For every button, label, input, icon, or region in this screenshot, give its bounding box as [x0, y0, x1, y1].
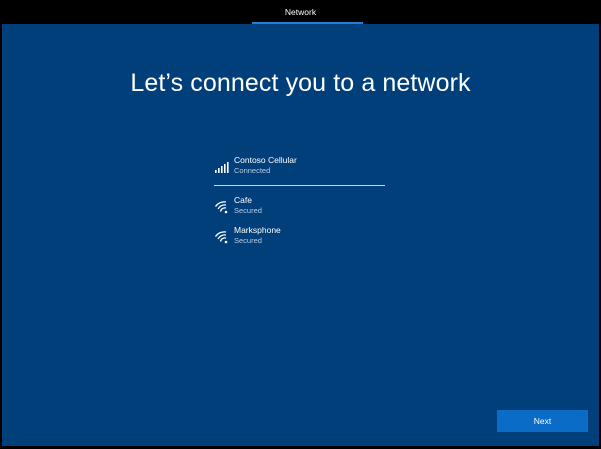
network-status: Secured — [234, 236, 262, 245]
network-divider — [214, 185, 385, 186]
network-item-cafe[interactable]: Cafe Secured — [214, 195, 384, 221]
cellular-signal-icon — [214, 159, 230, 175]
network-item-contoso-cellular[interactable]: Contoso Cellular Connected — [214, 155, 384, 181]
network-status: Connected — [234, 166, 271, 175]
next-button[interactable]: Next — [497, 410, 588, 432]
network-status: Secured — [234, 206, 262, 215]
wifi-icon — [214, 229, 230, 245]
wifi-icon — [214, 199, 230, 215]
oobe-window: Network Let’s connect you to a network C… — [0, 0, 601, 449]
page-title: Let’s connect you to a network — [130, 69, 471, 97]
content-area: Let’s connect you to a network Contoso C… — [2, 24, 599, 446]
title-bar: Network — [0, 0, 601, 24]
window-title: Network — [284, 7, 317, 17]
network-item-marksphone[interactable]: Marksphone Secured — [214, 225, 384, 251]
